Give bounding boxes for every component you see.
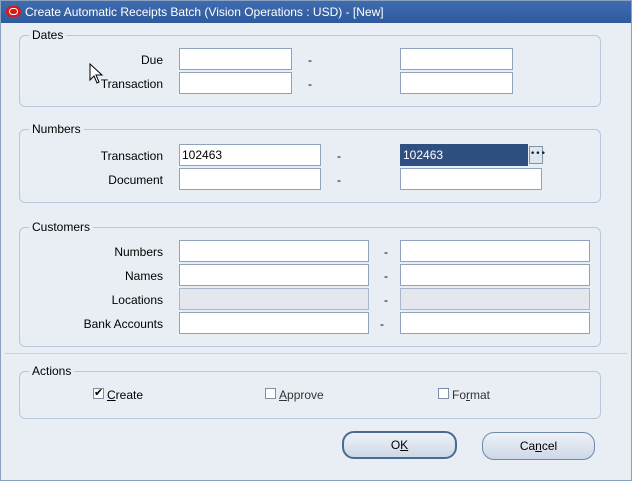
approve-mnemonic: A: [279, 388, 288, 402]
ok-mnemonic: K: [400, 438, 409, 452]
numbers-group-label: Numbers: [29, 122, 84, 136]
approve-label-rest: pprove: [287, 388, 324, 402]
oracle-app-icon: [6, 6, 21, 17]
window-title: Create Automatic Receipts Batch (Vision …: [25, 5, 384, 19]
cancel-button[interactable]: Cancel: [482, 432, 595, 460]
due-label: Due: [140, 53, 163, 67]
cancel-mnemonic: n: [535, 439, 542, 453]
cancel-label-post: cel: [541, 439, 558, 453]
transaction-number-to-input[interactable]: [400, 144, 528, 166]
due-from-input[interactable]: [179, 48, 292, 70]
list-of-values-button[interactable]: •••: [529, 146, 546, 164]
actions-group-label: Actions: [29, 364, 75, 378]
ok-button[interactable]: OK: [342, 431, 457, 459]
bank-accounts-from-input[interactable]: [179, 312, 369, 334]
transaction-date-from-input[interactable]: [179, 72, 292, 94]
format-checkbox[interactable]: [438, 388, 449, 399]
create-mnemonic: C: [107, 388, 116, 402]
transaction-number-from-input[interactable]: [179, 144, 321, 166]
due-range-separator: -: [308, 53, 312, 67]
customer-locations-label: Locations: [111, 293, 163, 307]
bank-accounts-range-separator: -: [380, 317, 384, 331]
date-transaction-label: Transaction: [100, 77, 163, 91]
dates-group-label: Dates: [29, 28, 67, 42]
create-checkbox-label[interactable]: Create: [107, 388, 143, 402]
number-transaction-label: Transaction: [100, 149, 163, 163]
document-to-input[interactable]: [400, 168, 542, 190]
customer-names-range-separator: -: [384, 269, 388, 283]
customer-locations-from-input: [179, 288, 369, 310]
customer-names-from-input[interactable]: [179, 264, 369, 286]
create-label-rest: reate: [115, 388, 144, 402]
customer-locations-range-separator: -: [384, 293, 388, 307]
create-checkbox[interactable]: [93, 386, 104, 399]
customers-group-label: Customers: [29, 220, 94, 234]
title-bar[interactable]: Create Automatic Receipts Batch (Vision …: [1, 1, 631, 23]
format-label-rest: mat: [470, 388, 491, 402]
approve-checkbox[interactable]: [265, 388, 276, 399]
transaction-number-range-separator: -: [337, 149, 341, 163]
format-label-start: Fo: [452, 388, 467, 402]
customer-numbers-label: Numbers: [114, 245, 163, 259]
bank-accounts-to-input[interactable]: [400, 312, 590, 334]
cancel-label-pre: Ca: [519, 439, 536, 453]
document-label: Document: [108, 173, 163, 187]
customer-numbers-from-input[interactable]: [179, 240, 369, 262]
bank-accounts-label: Bank Accounts: [83, 317, 163, 331]
document-from-input[interactable]: [179, 168, 321, 190]
approve-checkbox-label[interactable]: Approve: [279, 388, 324, 402]
customer-names-label: Names: [124, 269, 163, 283]
section-divider: [5, 353, 627, 354]
mouse-cursor-icon: [89, 63, 104, 84]
customer-locations-to-input: [400, 288, 590, 310]
dates-group: [19, 35, 601, 107]
customer-numbers-to-input[interactable]: [400, 240, 590, 262]
transaction-date-range-separator: -: [308, 77, 312, 91]
customer-names-to-input[interactable]: [400, 264, 590, 286]
numbers-group: [19, 129, 601, 203]
due-to-input[interactable]: [400, 48, 513, 70]
transaction-date-to-input[interactable]: [400, 72, 513, 94]
ok-label-pre: O: [390, 438, 401, 452]
format-checkbox-label[interactable]: Format: [452, 388, 490, 402]
document-range-separator: -: [337, 173, 341, 187]
dialog-window: Create Automatic Receipts Batch (Vision …: [0, 0, 632, 481]
customer-numbers-range-separator: -: [384, 245, 388, 259]
